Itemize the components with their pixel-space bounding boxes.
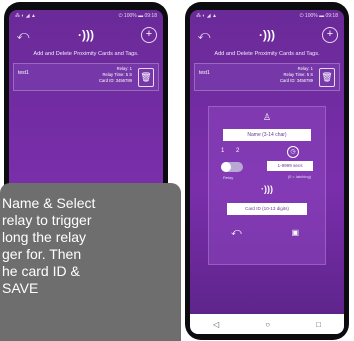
app-header: ⤺ ·))) + xyxy=(9,22,163,50)
toggle-knob xyxy=(221,162,231,172)
card-id: Card ID: 3456789 xyxy=(98,78,132,83)
back-arrow-icon[interactable]: ⤺ xyxy=(15,28,31,42)
nav-back-icon[interactable]: ◁ xyxy=(213,320,219,329)
clock-icon: ◷ xyxy=(287,146,299,158)
relay-1-label[interactable]: 1 xyxy=(221,148,224,154)
android-nav-bar: ◁ ○ □ xyxy=(190,314,344,334)
card-id-input[interactable]: Card ID (10-13 digits) xyxy=(227,203,307,215)
add-icon[interactable]: + xyxy=(141,27,157,43)
status-bar: ⁂ ◐ ◢ ▲ ⏻ 100% ▬ 09:18 xyxy=(190,10,344,22)
app-header: ⤺ ·))) + xyxy=(190,22,344,50)
card-id: Card ID: 3456789 xyxy=(279,78,313,83)
add-card-form: ♙ Name (3-14 char) 1 2 ◷ Relay 1-9999 se… xyxy=(208,106,326,265)
status-right: ⏻ 100% ▬ 09:18 xyxy=(299,13,338,19)
card-name: test1 xyxy=(199,70,210,76)
nav-home-icon[interactable]: ○ xyxy=(265,320,270,329)
card-list-item[interactable]: test1 Relay: 1 Relay Time: 5 S Card ID: … xyxy=(194,63,340,91)
save-icon[interactable]: ▣ xyxy=(291,228,299,237)
card-info: Relay: 1 Relay Time: 5 S Card ID: 345678… xyxy=(99,66,132,84)
instruction-callout: Name & Select relay to trigger long the … xyxy=(0,183,181,341)
instruction-text: Name & Select relay to trigger long the … xyxy=(2,195,96,296)
page-subtitle: Add and Delete Proximity Cards and Tags. xyxy=(33,51,139,57)
right-phone: ⁂ ◐ ◢ ▲ ⏻ 100% ▬ 09:18 ⤺ ·))) + Add and … xyxy=(185,2,349,340)
card-info: Relay: 1 Relay Time: 5 S Card ID: 345678… xyxy=(280,66,313,84)
relay-toggle[interactable] xyxy=(221,162,243,172)
card-name: test1 xyxy=(18,70,29,76)
relay-2-label[interactable]: 2 xyxy=(236,148,239,154)
nfc-icon: ·))) xyxy=(78,28,94,42)
relay-options: 1 2 xyxy=(221,148,249,154)
name-input[interactable]: Name (3-14 char) xyxy=(223,129,311,141)
nfc-icon: ·))) xyxy=(261,184,273,194)
status-icons: ⁂ ◐ ◢ ▲ xyxy=(196,13,217,19)
status-bar: ⁂ ◐ ◢ ▲ ⏻ 100% ▬ 09:18 xyxy=(9,10,163,22)
status-icons: ⁂ ◐ ◢ ▲ xyxy=(15,13,36,19)
relay-label: Relay xyxy=(223,175,234,180)
back-arrow-icon[interactable]: ⤺ xyxy=(196,28,212,42)
page-subtitle: Add and Delete Proximity Cards and Tags. xyxy=(214,51,320,57)
card-list-item[interactable]: test1 Relay: 1 Relay Time: 5 S Card ID: … xyxy=(13,63,159,91)
nfc-icon: ·))) xyxy=(259,28,275,42)
back-arrow-icon[interactable]: ⤺ xyxy=(231,227,242,238)
user-icon: ♙ xyxy=(262,112,272,122)
status-right: ⏻ 100% ▬ 09:18 xyxy=(118,13,157,19)
trash-icon[interactable]: 🗑 xyxy=(138,68,154,87)
nav-recent-icon[interactable]: □ xyxy=(316,320,321,329)
trash-icon[interactable]: 🗑 xyxy=(319,68,335,87)
add-icon[interactable]: + xyxy=(322,27,338,43)
relay-time-input[interactable]: 1-9999 secs xyxy=(267,161,313,171)
latching-hint: (0 = latching) xyxy=(287,174,311,179)
right-screen: ⁂ ◐ ◢ ▲ ⏻ 100% ▬ 09:18 ⤺ ·))) + Add and … xyxy=(190,10,344,334)
